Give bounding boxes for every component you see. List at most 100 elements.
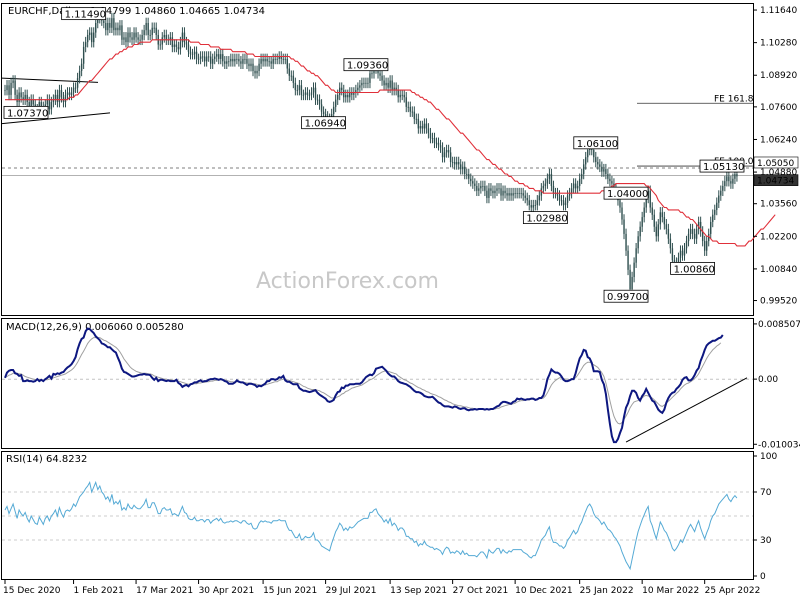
candle-body [637,236,639,249]
candle-body [455,161,458,165]
price-label: 1.02980 [522,211,568,225]
candle-body [649,190,651,208]
candle-body [681,250,684,256]
candle-body [504,190,506,194]
candle-body [357,87,359,91]
candle-body [20,92,22,98]
price-axis-label: 1.11640 [760,6,797,16]
candle-body [135,32,137,38]
candle-body [423,123,426,129]
candle-body [724,181,726,186]
candle-body [203,56,206,62]
candle-body [413,111,416,119]
price-axis-label: 1.10280 [760,39,797,49]
candle-body [693,233,696,239]
candle-body [669,238,672,249]
x-axis-label: 15 Jun 2021 [263,586,317,596]
candle-body [222,54,224,62]
candle-body [524,195,526,198]
price-axis-label: 1.06240 [760,135,797,145]
candle-body [72,87,75,93]
candle-body [427,128,430,134]
price-label-text: 1.09360 [347,61,388,72]
candle-body [93,32,95,43]
candle-body [310,92,313,95]
candle-body [109,22,111,28]
candle-body [18,92,20,103]
candle-body [714,209,716,215]
candle-body [639,226,641,237]
x-axis-label: 25 Jan 2022 [580,586,634,596]
candle-body [651,207,653,215]
price-label-text: 1.05130 [703,162,744,173]
candle-body [16,94,18,103]
candle-body [736,173,738,177]
candle-body [478,188,480,191]
candle-body [137,37,139,40]
candle-body [407,106,409,108]
candle-body [435,142,438,144]
candle-body [480,185,482,189]
candle-body [653,214,655,227]
price-tag-text: 1.05050 [757,159,794,169]
candle-body [587,150,589,158]
fe-label: FE 161.8 [714,94,754,104]
price-axis-label: 1.00840 [760,265,797,275]
rsi-axis-label: 70 [760,488,772,498]
candle-body [526,197,528,201]
x-axis-label: 10 Dec 2021 [515,586,573,596]
candle-body [560,200,563,202]
candle-body [197,58,200,60]
rsi-axis-label: 30 [760,536,772,546]
candle-body [437,142,440,146]
candle-body [68,92,71,95]
candle-body [627,250,629,270]
price-axis-label: 0.99520 [760,297,797,307]
price-label-text: 1.06100 [577,139,618,150]
price-label-text: 1.00860 [674,264,715,275]
candle-body [139,39,141,41]
candle-body [542,185,545,189]
candle-body [147,22,149,35]
candle-body [512,193,514,196]
candle-body [550,173,553,186]
candle-body [496,188,498,191]
candle-body [476,185,478,191]
candle-body [401,94,403,96]
candle-body [607,173,609,179]
candle-body [470,178,472,182]
candle-body [397,90,399,98]
candle-body [308,94,311,96]
candle-body [679,250,682,258]
candle-body [113,18,115,31]
candle-body [334,99,337,107]
candle-body [538,195,541,201]
candle-body [726,176,728,182]
candle-body [514,193,516,194]
candle-body [552,185,555,194]
candle-body [288,68,291,76]
candle-body [459,164,462,170]
candle-body [365,82,367,84]
candle-body [635,248,637,263]
rsi-header: RSI(14) 64.8232 [6,454,87,465]
candle-body [399,94,401,98]
candle-body [492,190,494,194]
candle-body [421,126,424,129]
candle-body [24,94,26,100]
x-axis-label: 1 Feb 2021 [74,586,124,596]
candle-body [718,195,720,203]
candle-body [10,82,12,95]
candle-body [611,181,613,184]
candle-body [300,85,303,95]
candle-body [548,173,551,179]
candle-body [728,176,730,182]
candle-body [508,193,510,196]
candle-body [234,58,236,62]
candle-body [522,193,524,196]
candle-body [429,133,432,139]
candle-body [411,111,414,113]
candle-body [183,32,186,43]
candle-body [641,217,643,227]
rsi-axis-label: 0 [760,572,766,582]
